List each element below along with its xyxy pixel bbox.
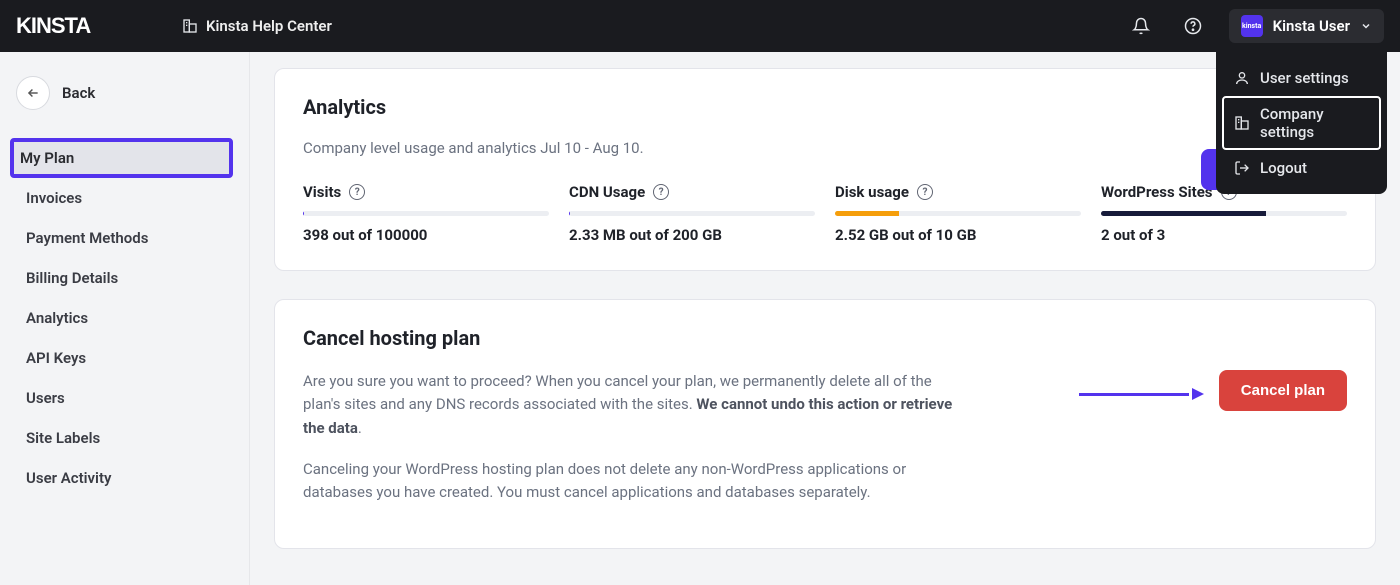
metric-cdn-usage: CDN Usage? 2.33 MB out of 200 GB (569, 183, 815, 244)
metric-visits: Visits? 398 out of 100000 (303, 183, 549, 244)
metric-disk-usage: Disk usage? 2.52 GB out of 10 GB (835, 183, 1081, 244)
metric-value: 2.33 MB out of 200 GB (569, 226, 815, 244)
sidebar-item-site-labels[interactable]: Site Labels (16, 418, 233, 458)
menu-user-settings[interactable]: User settings (1222, 60, 1381, 96)
help-center-label: Kinsta Help Center (206, 17, 332, 35)
chevron-down-icon (1360, 20, 1372, 32)
logout-icon (1234, 160, 1250, 176)
kinsta-logo-icon: KINSTA (16, 15, 126, 37)
company-icon (182, 18, 198, 34)
metric-label: WordPress Sites (1101, 183, 1213, 201)
user-icon (1234, 70, 1250, 86)
help-icon (1184, 17, 1202, 35)
avatar: kinsta (1241, 15, 1263, 37)
menu-logout[interactable]: Logout (1222, 150, 1381, 186)
info-icon[interactable]: ? (917, 184, 933, 200)
cancel-description: Are you sure you want to proceed? When y… (303, 370, 963, 522)
metric-value: 398 out of 100000 (303, 226, 549, 244)
sidebar-item-api-keys[interactable]: API Keys (16, 338, 233, 378)
cancel-plan-button[interactable]: Cancel plan (1219, 370, 1347, 411)
menu-label: User settings (1260, 69, 1349, 87)
back-label: Back (62, 84, 95, 102)
menu-label: Logout (1260, 159, 1307, 177)
user-dropdown: User settings Company settings Logout (1216, 52, 1387, 194)
metric-value: 2.52 GB out of 10 GB (835, 226, 1081, 244)
analytics-title: Analytics (303, 95, 1347, 119)
logo: KINSTA (16, 15, 126, 37)
sidebar-item-invoices[interactable]: Invoices (16, 178, 233, 218)
progress-bar (1101, 211, 1347, 216)
sidebar-item-my-plan[interactable]: My Plan (10, 138, 233, 178)
progress-bar (303, 211, 549, 216)
cancel-title: Cancel hosting plan (303, 326, 1347, 350)
company-icon (1234, 115, 1250, 131)
metric-label: Disk usage (835, 183, 909, 201)
sidebar-item-payment-methods[interactable]: Payment Methods (16, 218, 233, 258)
help-center-link[interactable]: Kinsta Help Center (182, 17, 332, 35)
metrics-row: Visits? 398 out of 100000 CDN Usage? 2.3… (303, 183, 1347, 244)
info-icon[interactable]: ? (653, 184, 669, 200)
help-button[interactable] (1177, 10, 1209, 42)
topbar: KINSTA Kinsta Help Center kinsta Kinsta … (0, 0, 1400, 52)
user-name-label: Kinsta User (1273, 17, 1350, 35)
back-button[interactable]: Back (16, 76, 233, 110)
sidebar-item-billing-details[interactable]: Billing Details (16, 258, 233, 298)
sidebar-nav: My Plan Invoices Payment Methods Billing… (16, 138, 233, 498)
sidebar: Back My Plan Invoices Payment Methods Bi… (0, 52, 250, 585)
sidebar-item-user-activity[interactable]: User Activity (16, 458, 233, 498)
user-menu-button[interactable]: kinsta Kinsta User (1229, 9, 1384, 43)
analytics-card: Analytics Company level usage and analyt… (274, 68, 1376, 271)
svg-text:KINSTA: KINSTA (16, 15, 91, 37)
analytics-subtitle: Company level usage and analytics Jul 10… (303, 139, 1347, 157)
notifications-button[interactable] (1125, 10, 1157, 42)
back-arrow-icon (16, 76, 50, 110)
menu-company-settings[interactable]: Company settings (1222, 96, 1381, 150)
progress-bar (835, 211, 1081, 216)
sidebar-item-analytics[interactable]: Analytics (16, 298, 233, 338)
info-icon[interactable]: ? (349, 184, 365, 200)
metric-value: 2 out of 3 (1101, 226, 1347, 244)
menu-label: Company settings (1260, 105, 1369, 141)
sidebar-item-users[interactable]: Users (16, 378, 233, 418)
topbar-right: kinsta Kinsta User (1125, 9, 1384, 43)
metric-label: CDN Usage (569, 183, 645, 201)
bell-icon (1132, 17, 1150, 35)
annotation-arrow (1079, 385, 1207, 403)
progress-bar (569, 211, 815, 216)
cancel-plan-card: Cancel hosting plan Are you sure you wan… (274, 299, 1376, 549)
metric-label: Visits (303, 183, 341, 201)
